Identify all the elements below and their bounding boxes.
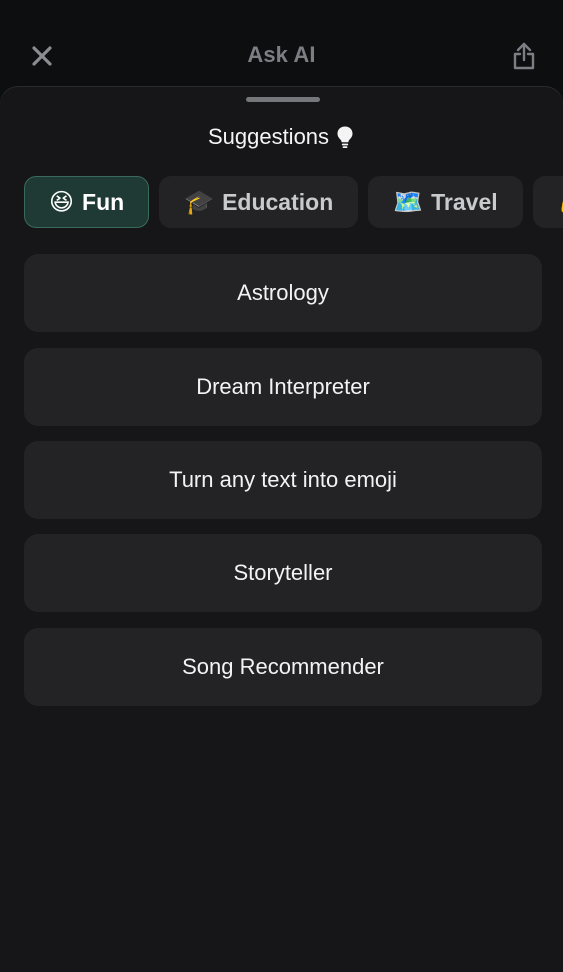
suggestion-song-recommender[interactable]: Song Recommender bbox=[24, 628, 542, 706]
top-bar: Ask AI bbox=[0, 0, 563, 88]
suggestion-label: Dream Interpreter bbox=[196, 374, 370, 399]
flexed-biceps-icon: 💪 bbox=[558, 188, 563, 217]
suggestion-label: Turn any text into emoji bbox=[169, 467, 397, 492]
laughing-emoji-icon: 😆 bbox=[49, 188, 75, 216]
graduation-cap-icon: 🎓 bbox=[184, 188, 215, 216]
suggestion-dream-interpreter[interactable]: Dream Interpreter bbox=[24, 348, 542, 426]
suggestion-label: Storyteller bbox=[233, 560, 333, 585]
suggestion-label: Song Recommender bbox=[182, 654, 384, 679]
tab-next-category[interactable]: 💪 bbox=[532, 176, 563, 228]
tab-education[interactable]: 🎓 Education bbox=[159, 176, 359, 228]
suggestions-sheet: Suggestions 😆 Fun 🎓 Education 🗺️ Travel bbox=[0, 87, 563, 972]
sheet-title-label: Suggestions bbox=[207, 124, 330, 149]
suggestion-astrology[interactable]: Astrology bbox=[24, 254, 542, 332]
lightbulb-icon bbox=[335, 125, 355, 149]
suggestion-list: Astrology Dream Interpreter Turn any tex… bbox=[24, 254, 542, 722]
page-title: Ask AI bbox=[247, 42, 316, 67]
world-map-icon: 🗺️ bbox=[393, 188, 424, 216]
share-button[interactable] bbox=[506, 38, 542, 74]
tab-fun[interactable]: 😆 Fun bbox=[24, 176, 150, 228]
suggestion-text-to-emoji[interactable]: Turn any text into emoji bbox=[24, 441, 542, 519]
category-tabs: 😆 Fun 🎓 Education 🗺️ Travel 💪 bbox=[24, 176, 563, 230]
tab-fun-label: Fun bbox=[82, 188, 125, 215]
sheet-title: Suggestions bbox=[0, 124, 563, 150]
tab-travel[interactable]: 🗺️ Travel bbox=[368, 176, 523, 228]
tab-travel-label: Travel bbox=[431, 188, 498, 215]
share-icon bbox=[513, 42, 535, 70]
suggestion-label: Astrology bbox=[237, 280, 329, 305]
sheet-drag-handle[interactable] bbox=[246, 97, 320, 102]
tab-education-label: Education bbox=[222, 188, 334, 215]
ask-ai-screen: Ask AI Suggestions 😆 Fun 🎓 Education 🗺️ … bbox=[0, 0, 563, 972]
suggestion-storyteller[interactable]: Storyteller bbox=[24, 534, 542, 612]
